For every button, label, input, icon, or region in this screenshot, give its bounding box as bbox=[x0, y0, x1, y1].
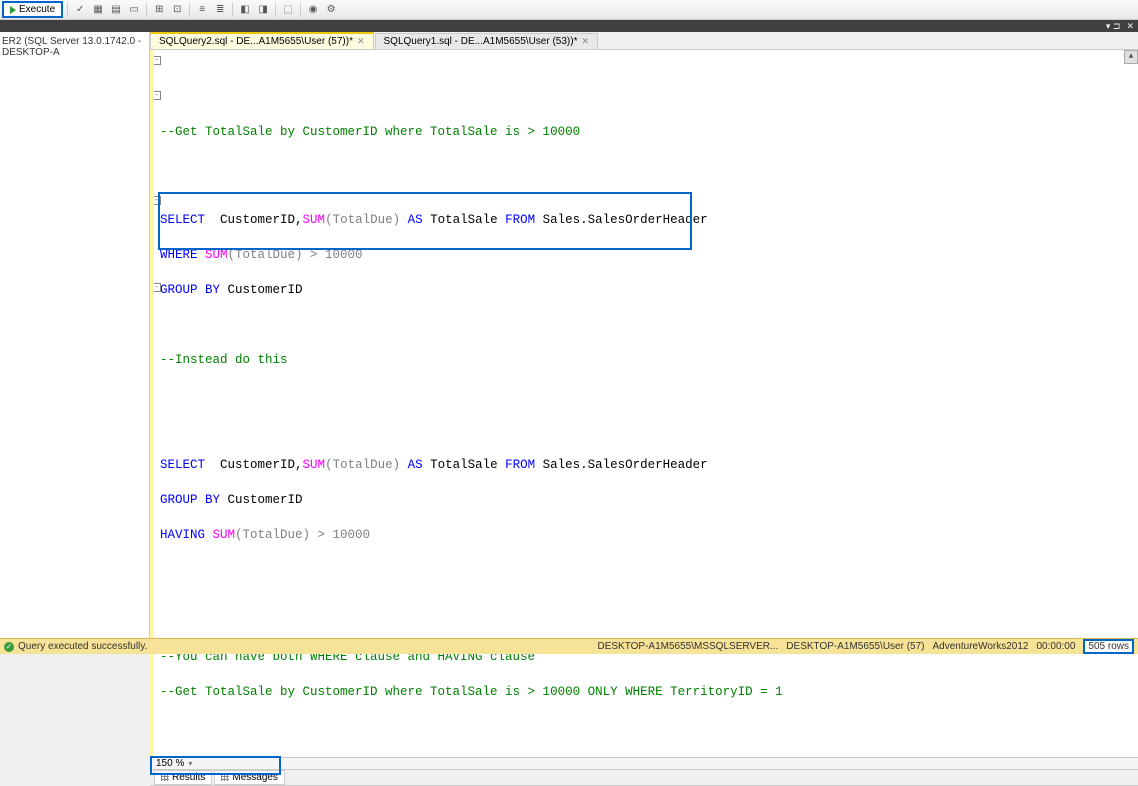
grid-icon bbox=[161, 773, 169, 781]
close-panel-icon[interactable]: ✕ bbox=[1126, 21, 1134, 32]
sqlcmd-icon[interactable]: ⬚ bbox=[280, 2, 296, 18]
close-icon[interactable]: ✕ bbox=[581, 36, 589, 47]
object-explorer[interactable]: ER2 (SQL Server 13.0.1742.0 - DESKTOP-A bbox=[0, 32, 150, 640]
tab-sqlquery2[interactable]: SQLQuery2.sql - DE...A1M5655\User (57))*… bbox=[150, 32, 374, 49]
code-line: --Get TotalSale by CustomerID where Tota… bbox=[160, 125, 580, 139]
zoom-value[interactable]: 150 % bbox=[156, 758, 184, 769]
status-server: DESKTOP-A1M5655\MSSQLSERVER... bbox=[597, 641, 778, 652]
comment-icon[interactable]: ≡ bbox=[194, 2, 210, 18]
tab-label: SQLQuery2.sql - DE...A1M5655\User (57))* bbox=[159, 36, 353, 47]
query-status: Query executed successfully. bbox=[18, 641, 147, 652]
editor-tabs: SQLQuery2.sql - DE...A1M5655\User (57))*… bbox=[150, 32, 1138, 50]
indent-icon[interactable]: ◧ bbox=[237, 2, 253, 18]
help-icon[interactable]: ◉ bbox=[305, 2, 321, 18]
messages-icon bbox=[221, 773, 229, 781]
server-node[interactable]: ER2 (SQL Server 13.0.1742.0 - DESKTOP-A bbox=[2, 36, 147, 58]
tab-results[interactable]: Results bbox=[154, 770, 212, 785]
execute-button[interactable]: Execute bbox=[2, 1, 63, 18]
chevron-down-icon[interactable]: ▾ bbox=[188, 759, 192, 768]
parse-icon[interactable]: ▦ bbox=[90, 2, 106, 18]
scroll-up-icon[interactable]: ▲ bbox=[1124, 50, 1138, 64]
pinwindow-icon[interactable]: ▾ ⊐ bbox=[1106, 21, 1121, 32]
status-user: DESKTOP-A1M5655\User (57) bbox=[786, 641, 924, 652]
tab-label: SQLQuery1.sql - DE...A1M5655\User (53))* bbox=[384, 36, 578, 47]
status-rows: 505 rows bbox=[1083, 639, 1134, 654]
stats-icon[interactable]: ▭ bbox=[126, 2, 142, 18]
tab-sqlquery1[interactable]: SQLQuery1.sql - DE...A1M5655\User (53))*… bbox=[375, 33, 599, 49]
status-elapsed: 00:00:00 bbox=[1036, 641, 1075, 652]
status-bar: ✓ Query executed successfully. DESKTOP-A… bbox=[0, 638, 1138, 654]
opts-icon[interactable]: ⚙ bbox=[323, 2, 339, 18]
results-tabs: Results Messages bbox=[150, 770, 1138, 786]
status-database: AdventureWorks2012 bbox=[933, 641, 1029, 652]
play-icon bbox=[10, 6, 16, 14]
plan-icon[interactable]: ▤ bbox=[108, 2, 124, 18]
tab-messages[interactable]: Messages bbox=[214, 770, 285, 785]
text-icon[interactable]: ⊡ bbox=[169, 2, 185, 18]
panel-titlebar: ▾ ⊐ ✕ bbox=[0, 20, 1138, 32]
success-icon: ✓ bbox=[4, 642, 14, 652]
messages-label: Messages bbox=[232, 772, 278, 783]
grid-icon[interactable]: ⊞ bbox=[151, 2, 167, 18]
close-icon[interactable]: ✕ bbox=[357, 36, 365, 47]
outdent-icon[interactable]: ◨ bbox=[255, 2, 271, 18]
debug-icon[interactable]: ✓ bbox=[72, 2, 88, 18]
uncomment-icon[interactable]: ≣ bbox=[212, 2, 228, 18]
toolbar: Execute ✓ ▦ ▤ ▭ ⊞ ⊡ ≡ ≣ ◧ ◨ ⬚ ◉ ⚙ bbox=[0, 0, 1138, 20]
execute-label: Execute bbox=[19, 4, 55, 15]
zoom-bar: 150 % ▾ bbox=[150, 757, 1138, 770]
results-label: Results bbox=[172, 772, 205, 783]
